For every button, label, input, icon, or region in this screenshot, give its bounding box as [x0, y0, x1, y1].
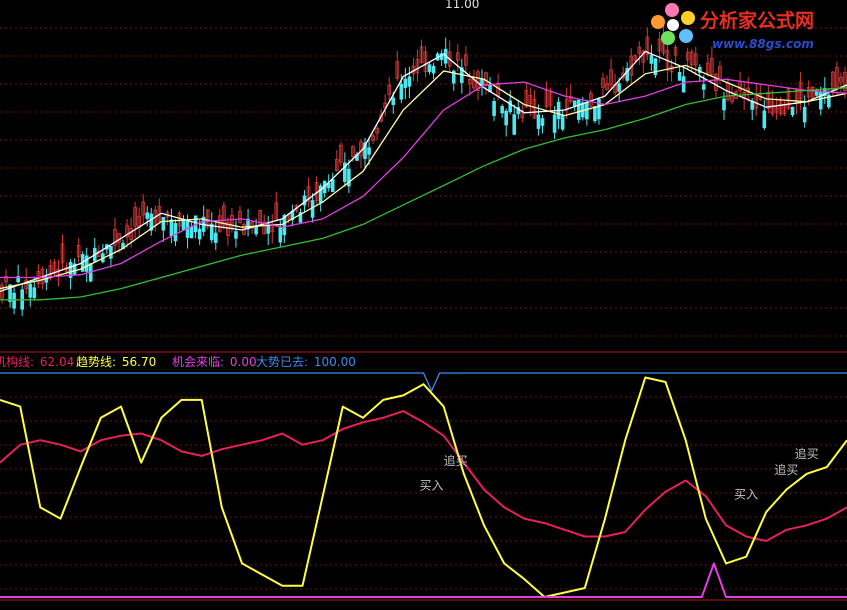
candle-body: [403, 78, 408, 88]
logo-name: 分析家公式网: [700, 9, 814, 32]
candle-body: [145, 212, 150, 219]
legend-label-inst: 机构线: 62.04: [0, 354, 74, 369]
candle-body: [407, 76, 412, 87]
chart-root: 11.00 分析家公式网 www.88gs.com 机构线: 62.04 趋势线…: [0, 0, 847, 610]
candle-body: [367, 147, 371, 155]
legend-opportunity-value: 0.00: [230, 355, 257, 369]
candle-body: [702, 84, 706, 90]
legend-label-opportunity: 机会来临: 0.00: [172, 355, 257, 369]
candle-body: [512, 114, 517, 135]
candle-body: [585, 102, 589, 120]
chart-svg: 11.00 分析家公式网 www.88gs.com 机构线: 62.04 趋势线…: [0, 0, 847, 610]
candle-body: [109, 245, 113, 259]
candle-body: [173, 223, 178, 242]
price-peak-label: 11.00: [445, 0, 479, 11]
candle-body: [169, 219, 174, 237]
candle-body: [790, 106, 795, 116]
legend-trend-gone-value: 100.00: [314, 355, 356, 369]
legend-trend-value: 56.70: [122, 355, 156, 369]
candle-body: [391, 97, 396, 105]
signal-annotation: 买入: [734, 487, 758, 501]
legend-label-trend-gone: 大势已去: 100.00: [256, 355, 356, 369]
candle-body: [536, 114, 541, 129]
candle-body: [32, 287, 37, 299]
candle-body: [802, 106, 807, 123]
chart-background: [0, 0, 847, 610]
candle-body: [12, 292, 16, 309]
candle-body: [560, 114, 565, 130]
legend-label-trend: 趋势线: 56.70: [76, 355, 156, 369]
candle-body: [84, 255, 89, 272]
candle-body: [617, 83, 621, 92]
logo-url: www.88gs.com: [712, 37, 814, 51]
signal-annotation: 追买: [795, 446, 819, 461]
candle-body: [161, 217, 166, 231]
candle-body: [492, 101, 496, 116]
legend-inst-value: 62.04: [40, 355, 74, 369]
candle-body: [762, 110, 767, 129]
candle-body: [213, 232, 218, 243]
candle-body: [28, 283, 33, 298]
signal-annotation: 追买: [444, 453, 468, 468]
candle-body: [572, 100, 577, 106]
candle-body: [649, 55, 654, 64]
legend-trend-gone-label: 大势已去:: [256, 355, 308, 369]
candle-body: [504, 110, 508, 126]
candle-body: [278, 227, 283, 243]
legend-trend-label: 趋势线:: [76, 355, 116, 369]
candle-body: [302, 195, 307, 206]
signal-annotation: 追买: [774, 462, 798, 477]
candle-body: [576, 99, 581, 120]
legend-opportunity-label: 机会来临:: [172, 355, 224, 369]
candle-body: [427, 64, 432, 72]
candle-body: [189, 226, 194, 239]
candle-body: [593, 106, 597, 122]
candle-body: [197, 228, 202, 240]
candle-body: [399, 83, 404, 100]
candle-body: [722, 98, 726, 111]
signal-annotation: 买入: [419, 478, 443, 492]
candle-body: [500, 106, 504, 114]
candle-body: [597, 98, 601, 120]
candle-body: [681, 76, 686, 93]
candle-body: [330, 179, 335, 193]
legend-inst-label: 机构线:: [0, 354, 34, 369]
indicator-legend: 机构线: 62.04 趋势线: 56.70 机会来临: 0.00 大势已去: 1…: [0, 354, 356, 369]
candle-body: [540, 118, 545, 126]
candle-body: [431, 65, 436, 74]
candle-body: [234, 231, 238, 239]
candle-body: [508, 100, 513, 113]
candle-body: [552, 114, 557, 133]
candle-body: [677, 72, 682, 81]
